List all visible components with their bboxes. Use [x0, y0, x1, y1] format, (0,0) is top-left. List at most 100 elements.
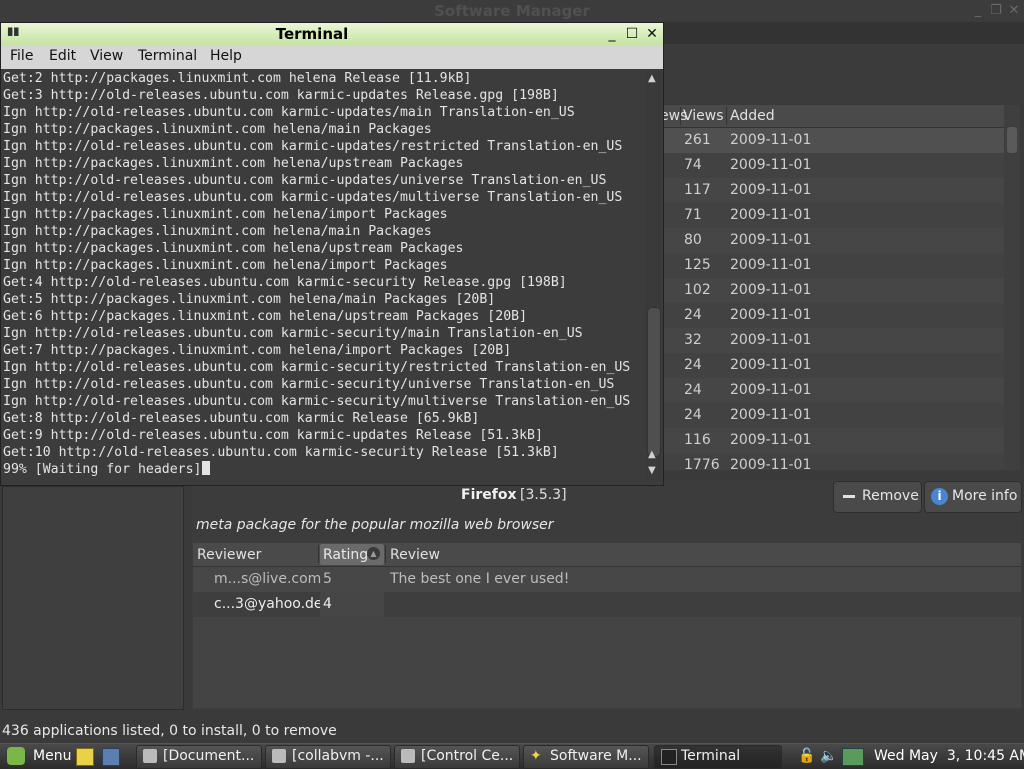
more-info-button[interactable]: i More info [924, 481, 1022, 513]
menu-view[interactable]: View [90, 48, 123, 64]
scroll-up-icon[interactable]: ▲ [648, 449, 658, 460]
task-control-center[interactable]: [Control Ce... [394, 745, 520, 769]
status-bar: 436 applications listed, 0 to install, 0… [0, 722, 1024, 742]
table-row[interactable]: 24 2009-11-01 [660, 378, 1004, 403]
added-cell: 2009-11-01 [730, 382, 812, 398]
views-cell: 24 [684, 382, 702, 398]
table-row[interactable]: 74 2009-11-01 [660, 153, 1004, 178]
column-header-views[interactable]: Views [683, 108, 724, 124]
close-icon[interactable]: ✕ [1006, 3, 1022, 19]
scrollbar-thumb[interactable] [647, 307, 661, 457]
package-name: Firefox [461, 487, 517, 503]
package-description: meta package for the popular mozilla web… [196, 517, 554, 533]
views-cell: 116 [684, 432, 711, 448]
task-label: [Control Ce... [421, 748, 514, 764]
remove-button[interactable]: Remove [833, 481, 922, 513]
remove-button-label: Remove [862, 488, 919, 504]
menu-edit[interactable]: Edit [49, 48, 76, 64]
menu-button[interactable]: Menu [4, 746, 72, 767]
terminal-output[interactable]: Get:2 http://packages.linuxmint.com hele… [2, 69, 645, 481]
software-manager-titlebar[interactable]: Software Manager _ ❐ ✕ [0, 0, 1024, 23]
terminal-line: Ign http://packages.linuxmint.com helena… [3, 156, 464, 171]
table-row[interactable]: 102 2009-11-01 [660, 278, 1004, 303]
terminal-line: Ign http://old-releases.ubuntu.com karmi… [3, 105, 575, 120]
views-cell: 32 [684, 332, 702, 348]
task-software-manager[interactable]: ✦ Software M... [523, 745, 649, 769]
minimize-icon[interactable]: _ [603, 25, 621, 43]
added-cell: 2009-11-01 [730, 332, 812, 348]
terminal-title: Terminal [275, 25, 349, 43]
views-cell: 117 [684, 182, 711, 198]
table-row[interactable]: 32 2009-11-01 [660, 328, 1004, 353]
terminal-line: Ign http://packages.linuxmint.com helena… [3, 122, 432, 137]
applications-scrollbar[interactable] [1004, 105, 1020, 470]
terminal-line: Ign http://packages.linuxmint.com helena… [3, 224, 432, 239]
terminal-scrollbar[interactable]: ▲ ▲ ▼ [645, 69, 662, 481]
applications-table[interactable]: ews Views Added 261 2009-11-01 74 2009-11-0… [660, 105, 1004, 470]
table-row[interactable]: m...s@live.com 5 The best one I ever use… [193, 567, 1021, 592]
table-row[interactable]: 261 2009-11-01 [660, 128, 1004, 153]
terminal-line: Get:9 http://old-releases.ubuntu.com kar… [3, 428, 543, 443]
terminal-titlebar[interactable]: ▪▪ ▪▪ Terminal _ ☐ ✕ [1, 23, 663, 45]
terminal-line: Ign http://old-releases.ubuntu.com karmi… [3, 139, 623, 154]
task-label: [Document... [163, 748, 255, 764]
terminal-line: Ign http://old-releases.ubuntu.com karmi… [3, 190, 623, 205]
cursor [201, 461, 210, 475]
network-icon[interactable] [842, 748, 864, 766]
terminal-line: Ign http://old-releases.ubuntu.com karmi… [3, 377, 615, 392]
column-header-reviewer[interactable]: Reviewer [197, 547, 261, 563]
clock[interactable]: Wed May 3, 10:45 AM [874, 748, 1024, 764]
scrollbar-thumb[interactable] [1007, 127, 1017, 153]
table-row[interactable]: 125 2009-11-01 [660, 253, 1004, 278]
table-row[interactable]: 24 2009-11-01 [660, 353, 1004, 378]
task-terminal[interactable]: Terminal [654, 745, 782, 769]
terminal-window[interactable]: ▪▪ ▪▪ Terminal _ ☐ ✕ File Edit View Termi… [0, 22, 664, 486]
text-editor-launcher-icon[interactable] [76, 748, 94, 766]
terminal-line: Get:3 http://old-releases.ubuntu.com kar… [3, 88, 559, 103]
screen-launcher-icon[interactable] [102, 748, 120, 766]
views-cell: 24 [684, 407, 702, 423]
views-cell: 74 [684, 157, 702, 173]
minimize-icon[interactable]: _ [970, 3, 986, 19]
task-collabvm[interactable]: [collabvm -... [265, 745, 391, 769]
table-row[interactable]: 1776 2009-11-01 [660, 453, 1004, 470]
status-text: 436 applications listed, 0 to install, 0… [2, 723, 337, 739]
task-document[interactable]: [Document... [136, 745, 262, 769]
restore-icon[interactable]: ❐ [988, 3, 1004, 19]
menu-file[interactable]: File [10, 48, 33, 64]
column-header-review[interactable]: Review [390, 547, 440, 563]
table-row[interactable]: 80 2009-11-01 [660, 228, 1004, 253]
column-separator[interactable] [385, 545, 386, 563]
maximize-icon[interactable]: ☐ [623, 25, 641, 43]
column-separator[interactable] [680, 107, 681, 125]
table-row[interactable]: 71 2009-11-01 [660, 203, 1004, 228]
taskbar: Menu [Document... [collabvm -... [Contro… [0, 743, 1024, 769]
volume-icon[interactable]: 🔈 [820, 748, 837, 764]
menu-terminal[interactable]: Terminal [138, 48, 197, 64]
scroll-down-icon[interactable]: ▼ [648, 465, 658, 476]
terminal-menubar: File Edit View Terminal Help [1, 45, 663, 69]
table-row[interactable]: 24 2009-11-01 [660, 303, 1004, 328]
views-cell: 102 [684, 282, 711, 298]
reviews-table[interactable]: Reviewer Rating ▲ Review m...s@live.com … [193, 543, 1021, 708]
views-cell: 71 [684, 207, 702, 223]
added-cell: 2009-11-01 [730, 357, 812, 373]
terminal-line: Get:6 http://packages.linuxmint.com hele… [3, 309, 528, 324]
close-icon[interactable]: ✕ [643, 25, 661, 43]
table-row[interactable]: 117 2009-11-01 [660, 178, 1004, 203]
package-version: [3.5.3] [520, 487, 567, 503]
task-label: [collabvm -... [292, 748, 384, 764]
menu-help[interactable]: Help [210, 48, 242, 64]
column-header-rating[interactable]: Rating ▲ [320, 544, 384, 565]
more-info-button-label: More info [952, 488, 1018, 504]
lock-icon[interactable]: 🔓 [798, 748, 815, 764]
scroll-up-icon[interactable]: ▲ [648, 73, 658, 84]
table-row[interactable]: 116 2009-11-01 [660, 428, 1004, 453]
terminal-line: Ign http://packages.linuxmint.com helena… [3, 258, 448, 273]
column-separator[interactable] [726, 107, 727, 125]
table-row[interactable]: c...3@yahoo.de 4 [193, 592, 1021, 617]
column-header-added[interactable]: Added [730, 108, 775, 124]
column-separator[interactable] [318, 545, 319, 563]
document-icon [272, 749, 286, 763]
table-row[interactable]: 24 2009-11-01 [660, 403, 1004, 428]
